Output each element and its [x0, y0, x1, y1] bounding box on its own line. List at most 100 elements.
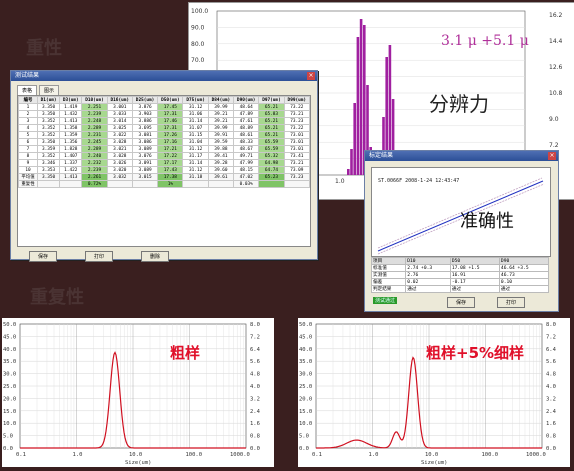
y-tick-label: 25.0: [299, 384, 312, 390]
table-cell: 65.23: [258, 173, 285, 181]
table-cell: 64.98: [258, 159, 285, 167]
column-header[interactable]: D50(um): [157, 96, 184, 104]
save-button[interactable]: 保存: [29, 251, 58, 262]
table-cell: 偏差: [370, 278, 407, 286]
histogram-bar: [353, 103, 356, 175]
table-cell: 48.15: [233, 166, 260, 174]
table-cell: 65.59: [258, 138, 285, 146]
calibration-table: 项目 D10 D50 D90 标准值 2.74 +0.3 17.08 +1.5 46.64 …: [370, 257, 550, 293]
table-cell: [59, 180, 83, 188]
table-cell: 1.828: [59, 145, 83, 153]
table-cell: 3.014: [106, 117, 133, 125]
table-cell: 3.350: [37, 138, 61, 146]
y-tick-label: 90.0: [191, 24, 205, 31]
y-tick-label: 0.0: [299, 446, 309, 452]
column-header[interactable]: D97(um): [258, 96, 285, 104]
table-cell: 1.407: [59, 152, 83, 160]
y2-tick-label: 3.2: [546, 396, 556, 402]
table-row[interactable]: 重复性 0.72% 1% 0.03%: [18, 180, 310, 188]
table-cell: 通过: [498, 285, 550, 293]
y-tick-label: 15.0: [3, 409, 16, 415]
results-titlebar[interactable]: 测试结果 ×: [11, 71, 317, 81]
table-cell: 0.10: [498, 278, 550, 286]
table-cell: 48.61: [233, 131, 260, 139]
table-cell: 4: [18, 124, 39, 132]
column-header[interactable]: D3(um): [59, 96, 83, 104]
table-cell: 1.413: [59, 117, 83, 125]
table-cell: 17.21: [157, 145, 184, 153]
table-cell: 判定结果: [370, 285, 407, 293]
y2-tick-label: 5.6: [250, 359, 260, 365]
y-tick-label: 20.0: [3, 396, 16, 402]
table-cell: 17.43: [157, 166, 184, 174]
table-cell: 2.76: [405, 271, 451, 279]
y-tick-label: 35.0: [299, 359, 312, 365]
column-header[interactable]: D16(um): [106, 96, 133, 104]
table-cell: 3.089: [131, 145, 159, 153]
results-title: 测试结果: [15, 72, 40, 79]
tab-graph[interactable]: 图示: [39, 85, 60, 95]
column-header[interactable]: D25(um): [131, 96, 159, 104]
table-cell: 64.74: [258, 166, 285, 174]
table-cell: 73.01: [283, 138, 310, 146]
column-header[interactable]: 编号: [18, 96, 39, 104]
y2-tick-label: 10.8: [549, 90, 563, 97]
column-header[interactable]: D99(um): [283, 96, 310, 104]
histogram-bar: [359, 19, 363, 175]
table-row[interactable]: 7 3.359 1.828 2.289 3.021 3.089 17.21 31.12 39.8…: [18, 145, 310, 153]
column-header[interactable]: D1(um): [37, 96, 61, 104]
table-cell: 65.21: [258, 124, 285, 132]
table-row[interactable]: 平均值 3.350 1.413 2.261 3.032 3.015 17.38 31.18 39…: [18, 173, 310, 181]
table-cell: 8: [18, 152, 39, 160]
table-row[interactable]: 6 3.350 1.356 2.245 3.028 3.086 17.16 31.04 39.5…: [18, 138, 310, 146]
table-cell: 3.346: [37, 159, 61, 167]
table-cell: 48.89: [233, 124, 260, 132]
y2-tick-label: 2.4: [546, 409, 557, 415]
x-tick-label: 0.1: [16, 452, 26, 458]
table-row[interactable]: 8 3.352 1.407 2.240 3.028 3.076 17.22 31.17 39.4…: [18, 152, 310, 160]
results-button-row: 保存 打印 删除: [29, 251, 317, 262]
delete-button[interactable]: 删除: [141, 251, 170, 262]
y2-tick-label: 3.2: [250, 396, 260, 402]
table-cell: 2.239: [81, 110, 108, 118]
table-row[interactable]: 5 3.352 1.359 2.231 3.022 3.081 17.26 31.15 39.9…: [18, 131, 310, 139]
results-tabs: 表格 图示: [17, 85, 311, 95]
size-annotation: 3.1 μ +5.1 μ: [441, 33, 529, 49]
close-icon[interactable]: ×: [548, 152, 556, 160]
print-button[interactable]: 打印: [85, 251, 114, 262]
table-cell: 73.01: [283, 131, 310, 139]
table-row[interactable]: 4 3.352 1.358 2.289 3.025 3.695 17.31 31.07 39.9…: [18, 124, 310, 132]
table-cell: 17.16: [157, 138, 184, 146]
tab-table[interactable]: 表格: [17, 85, 38, 95]
table-cell: 0.02: [405, 278, 451, 286]
table-cell: 73.41: [283, 152, 310, 160]
table-cell: 0.03%: [233, 180, 260, 188]
table-row[interactable]: 2 3.350 1.432 2.239 3.033 3.903 17.31 31.06 39.2…: [18, 110, 310, 118]
y2-tick-label: 16.2: [549, 12, 563, 19]
y2-tick-label: 7.2: [546, 334, 556, 340]
table-row[interactable]: 1 3.350 1.419 2.251 3.001 3.876 17.45 31.12 39.9…: [18, 103, 310, 111]
y2-tick-label: 1.6: [250, 421, 260, 427]
save-button[interactable]: 保存: [447, 297, 476, 308]
table-cell: 实测值: [370, 271, 407, 279]
table-cell: 73.23: [283, 173, 310, 181]
table-cell: 17.22: [157, 152, 184, 160]
table-cell: 2.231: [81, 131, 108, 139]
close-icon[interactable]: ×: [307, 72, 315, 80]
column-header[interactable]: D10(um): [81, 96, 108, 104]
table-cell: 3.015: [131, 173, 159, 181]
table-row[interactable]: 9 3.346 1.337 2.232 3.026 3.091 17.17 31.14 39.2…: [18, 159, 310, 167]
table-cell: 3.028: [106, 152, 133, 160]
column-header[interactable]: D90(um): [233, 96, 260, 104]
column-header[interactable]: D75(um): [182, 96, 209, 104]
print-button[interactable]: 打印: [497, 297, 526, 308]
table-cell: 1.358: [59, 124, 83, 132]
results-table-container[interactable]: 编号 D1(um) D3(um) D10(um) D16(um) D25(um) D50(u…: [17, 95, 311, 247]
table-row[interactable]: 10 3.353 1.422 2.239 3.020 3.089 17.43 31.12 39.…: [18, 166, 310, 174]
calibration-titlebar[interactable]: 标定结果 ×: [365, 151, 558, 161]
table-row[interactable]: 3 3.352 1.413 2.248 3.014 3.886 17.46 31.14 39.2…: [18, 117, 310, 125]
table-cell: 3.089: [131, 166, 159, 174]
x-tick-label: 10.0: [425, 452, 438, 458]
table-cell: 73.21: [283, 110, 310, 118]
column-header[interactable]: D84(um): [207, 96, 235, 104]
